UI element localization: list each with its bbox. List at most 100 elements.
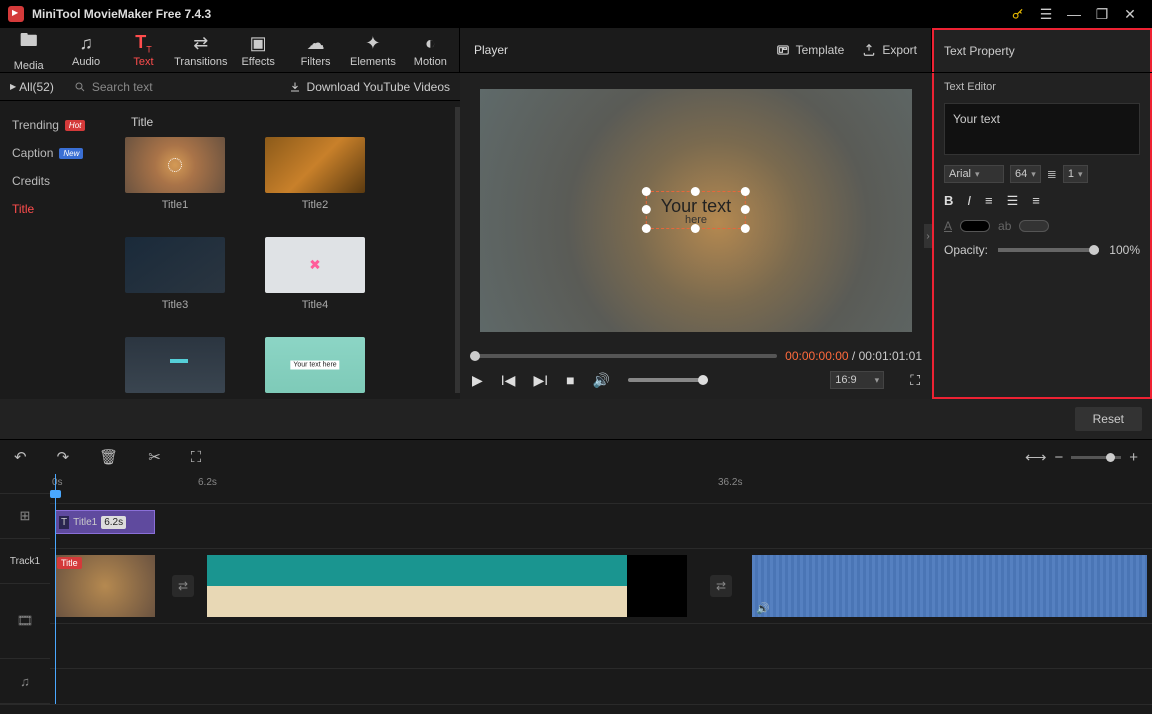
aspect-ratio-select[interactable]: 16:9▾ — [830, 371, 884, 389]
highlight-color-icon: ab — [998, 219, 1011, 233]
download-youtube-button[interactable]: Download YouTube Videos — [279, 80, 460, 94]
text-editor-input[interactable]: Your text — [944, 103, 1140, 155]
close-icon[interactable]: ✕ — [1116, 0, 1144, 28]
video-clip-2[interactable] — [207, 555, 687, 617]
line-height-select[interactable]: 1▾ — [1063, 165, 1088, 183]
key-icon[interactable] — [1004, 0, 1032, 28]
volume-slider[interactable] — [628, 378, 708, 382]
title-preset-5[interactable]: Title5 — [125, 337, 225, 399]
all-tab[interactable]: ▶All(52) — [0, 80, 64, 94]
transition-slot-2[interactable]: ⇄ — [710, 575, 732, 597]
timeline-toolbar: ↶ ↷ 🗑 ✂ ⛶ ⟷ − + — [0, 440, 1152, 474]
property-panel: Text Editor Your text Arial▾ 64▾ ≣ 1▾ B … — [932, 73, 1152, 399]
title-clip[interactable]: TTitle16.2s — [55, 510, 155, 534]
timeline-scrollbar[interactable] — [0, 704, 1152, 714]
ribbon-audio[interactable]: ♫Audio — [57, 28, 114, 72]
play-button[interactable]: ▶ — [472, 372, 483, 389]
track-gutter: ⊞ Track1 🎞 ♫ — [0, 474, 50, 704]
preview-canvas[interactable]: Your text here — [480, 89, 912, 332]
stop-button[interactable]: ■ — [566, 372, 574, 388]
player-header: Player Template Export — [460, 28, 932, 72]
middle-area: ▶All(52) Search text Download YouTube Vi… — [0, 73, 1152, 399]
menu-icon[interactable]: ☰ — [1032, 0, 1060, 28]
line-height-icon: ≣ — [1047, 167, 1057, 181]
undo-button[interactable]: ↶ — [14, 448, 27, 466]
font-select[interactable]: Arial▾ — [944, 165, 1004, 183]
italic-button[interactable]: I — [967, 193, 971, 209]
video-track-icon[interactable]: 🎞 — [0, 584, 50, 659]
ribbon-media[interactable]: 🖿Media — [0, 28, 57, 72]
next-frame-button[interactable]: ▶I — [533, 372, 548, 389]
ribbon-elements[interactable]: ✦Elements — [344, 28, 401, 72]
timeline-ruler[interactable]: 0s 6.2s 36.2s — [50, 474, 1152, 494]
font-size-select[interactable]: 64▾ — [1010, 165, 1041, 183]
ribbon-transitions[interactable]: ⇄Transitions — [172, 28, 229, 72]
title-track[interactable]: TTitle16.2s — [50, 504, 1152, 549]
align-right-button[interactable]: ≡ — [1032, 193, 1040, 209]
opacity-value: 100% — [1109, 243, 1140, 257]
playhead[interactable] — [55, 474, 56, 704]
video-clip-1[interactable]: Title — [55, 555, 155, 617]
title-preset-4[interactable]: Title4 — [265, 237, 365, 311]
zoom-in-button[interactable]: + — [1129, 449, 1138, 466]
video-clip-3[interactable]: 🔊 — [752, 555, 1147, 617]
text-editor-label: Text Editor — [944, 81, 1140, 93]
fit-zoom-button[interactable]: ⟷ — [1025, 448, 1047, 466]
fullscreen-button[interactable]: ⛶ — [910, 372, 920, 389]
top-strip: 🖿Media ♫Audio TTText ⇄Transitions ▣Effec… — [0, 28, 1152, 73]
category-trending[interactable]: TrendingHot — [10, 111, 105, 139]
highlight-color-picker[interactable] — [1019, 220, 1049, 232]
zoom-slider[interactable] — [1071, 456, 1121, 459]
category-credits[interactable]: Credits — [10, 167, 105, 195]
crop-button[interactable]: ⛶ — [191, 449, 202, 466]
template-button[interactable]: Template — [776, 43, 845, 57]
add-track-button[interactable]: ⊞ — [0, 494, 50, 539]
category-list: TrendingHot CaptionNew Credits Title — [0, 101, 115, 399]
library-subbar: ▶All(52) Search text Download YouTube Vi… — [0, 73, 460, 101]
bold-button[interactable]: B — [944, 193, 953, 209]
ribbon-motion[interactable]: ◐Motion — [402, 28, 459, 72]
track1-label: Track1 — [0, 539, 50, 584]
transport-controls: 00:00:00:00 / 00:01:01:01 ▶ I◀ ▶I ■ 🔊 16… — [460, 347, 932, 399]
ribbon-effects[interactable]: ▣Effects — [230, 28, 287, 72]
reset-button[interactable]: Reset — [1075, 407, 1142, 431]
player-header-label: Player — [474, 43, 508, 57]
minimize-icon[interactable]: — — [1060, 0, 1088, 28]
cut-button[interactable]: ✂ — [148, 448, 161, 466]
text-overlay[interactable]: Your text here — [646, 191, 746, 229]
app-title: MiniTool MovieMaker Free 7.4.3 — [32, 7, 211, 21]
search-input[interactable]: Search text — [64, 80, 279, 94]
title-preset-6[interactable]: Title6 — [265, 337, 365, 399]
zoom-out-button[interactable]: − — [1054, 449, 1063, 466]
audio-track-icon[interactable]: ♫ — [0, 659, 50, 704]
group-label: Title — [131, 115, 445, 129]
export-button[interactable]: Export — [862, 43, 917, 57]
ribbon-text[interactable]: TTText — [115, 28, 172, 72]
audio-track[interactable] — [50, 624, 1152, 669]
maximize-icon[interactable]: ❐ — [1088, 0, 1116, 28]
transition-slot-1[interactable]: ⇄ — [172, 575, 194, 597]
video-track[interactable]: Title ⇄ ⇄ 🔊 — [50, 549, 1152, 624]
redo-button[interactable]: ↷ — [57, 448, 70, 466]
opacity-slider[interactable] — [998, 248, 1099, 252]
app-logo-icon — [8, 6, 24, 22]
property-header-label: Text Property — [944, 44, 1015, 58]
align-left-button[interactable]: ≡ — [985, 193, 993, 209]
prev-frame-button[interactable]: I◀ — [501, 372, 516, 389]
delete-button[interactable]: 🗑 — [99, 448, 118, 466]
player-pane: Your text here › 00:00:00:00 / 00:01:01:… — [460, 73, 932, 399]
title-preset-2[interactable]: Title2 — [265, 137, 365, 211]
category-title[interactable]: Title — [10, 195, 105, 223]
expand-panel-toggle[interactable]: › — [924, 224, 932, 248]
thumbnail-grid: Title Title1 Title2 Title3 Title4 Title5… — [115, 101, 455, 399]
title-preset-3[interactable]: Title3 — [125, 237, 225, 311]
progress-bar[interactable] — [470, 354, 777, 358]
ribbon-tabs: 🖿Media ♫Audio TTText ⇄Transitions ▣Effec… — [0, 28, 460, 72]
text-color-picker[interactable] — [960, 220, 990, 232]
align-center-button[interactable]: ☰ — [1007, 193, 1019, 209]
volume-icon[interactable]: 🔊 — [593, 372, 610, 389]
category-caption[interactable]: CaptionNew — [10, 139, 105, 167]
timecode: 00:00:00:00 / 00:01:01:01 — [785, 349, 922, 363]
title-preset-1[interactable]: Title1 — [125, 137, 225, 211]
ribbon-filters[interactable]: ☁Filters — [287, 28, 344, 72]
